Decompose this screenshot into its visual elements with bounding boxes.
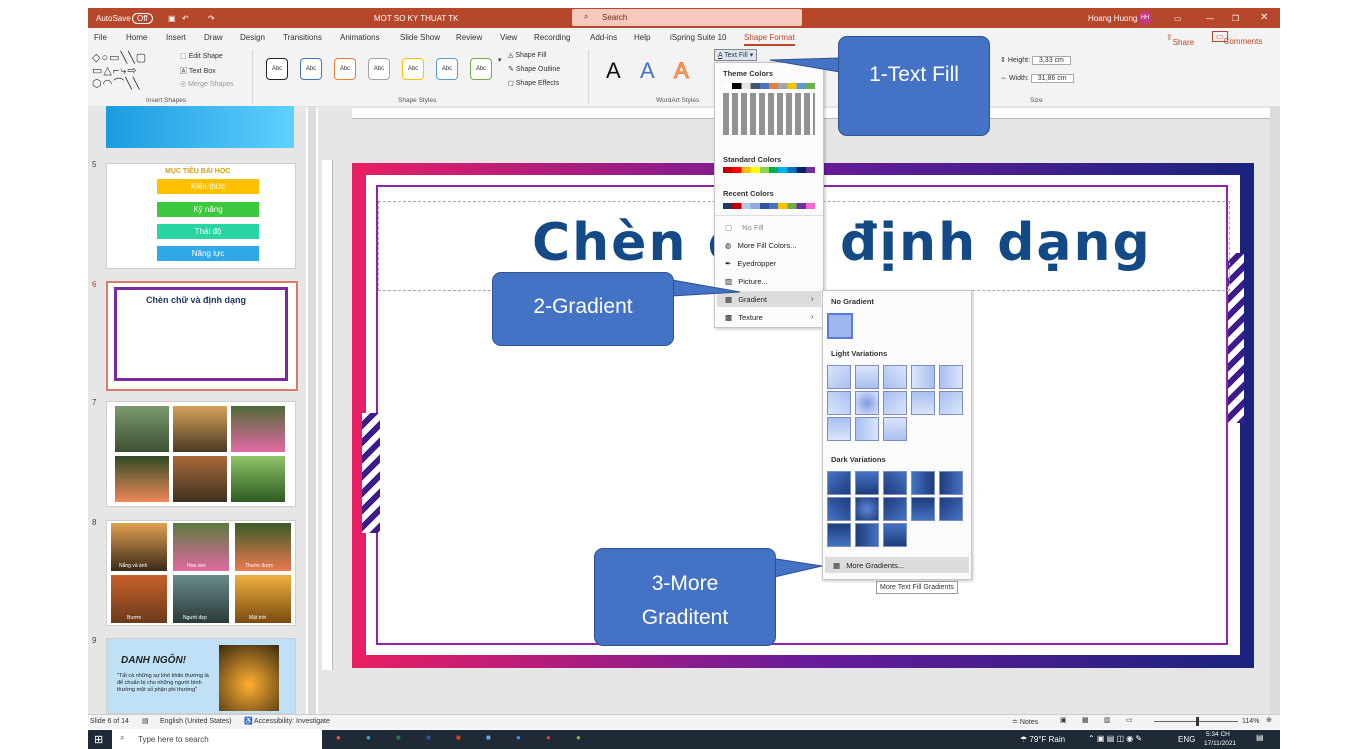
fit-slide-icon[interactable]: ⊕ xyxy=(1266,716,1272,724)
callout-gradient: 2-Gradient xyxy=(492,272,674,346)
windows-taskbar: ⊞ ⌕ Type here to search ● ● ■ ■ ■ ■ ● ● … xyxy=(88,730,1280,749)
taskbar-search-placeholder: Type here to search xyxy=(138,735,209,744)
callout-3-text: 3-More Graditent xyxy=(641,572,729,629)
callout-3-pointer xyxy=(769,557,823,579)
powerpoint-app-icon[interactable]: ■ xyxy=(456,733,461,742)
accessibility-status[interactable]: Accessibility: Investigate xyxy=(254,718,330,725)
language-indicator[interactable]: English (United States) xyxy=(160,718,232,725)
edge-app-icon[interactable]: ● xyxy=(366,733,371,742)
zoom-level[interactable]: 114% xyxy=(1242,718,1259,725)
callout-2-pointer xyxy=(671,279,741,297)
system-tray-icons[interactable]: ⌃ ▣ ▤ ◫ ◉ ✎ xyxy=(1088,734,1142,743)
app-icon[interactable]: ● xyxy=(516,733,521,742)
notes-button[interactable]: ≐ Notes xyxy=(1012,718,1038,726)
slideshow-icon[interactable]: ▭ xyxy=(1126,716,1133,724)
word-app-icon[interactable]: ■ xyxy=(426,733,431,742)
chrome-app-icon[interactable]: ● xyxy=(546,733,551,742)
search-icon: ⌕ xyxy=(120,733,125,742)
callout-1-text: 1-Text Fill xyxy=(869,63,959,86)
notes-label: Notes xyxy=(1019,719,1039,726)
file-explorer-app-icon[interactable]: ■ xyxy=(486,733,491,742)
callout-more-gradients: 3-More Graditent xyxy=(594,548,776,646)
slide-counter: Slide 6 of 14 xyxy=(90,718,129,725)
reading-view-icon[interactable]: ▥ xyxy=(1104,716,1111,724)
taskbar-search-box[interactable]: ⌕ Type here to search xyxy=(112,730,322,749)
app-icon[interactable]: ● xyxy=(576,733,581,742)
opera-app-icon[interactable]: ● xyxy=(336,733,341,742)
input-language[interactable]: ENG xyxy=(1178,735,1195,744)
callout-text-fill: 1-Text Fill xyxy=(838,36,990,136)
notification-icon[interactable]: ▤ xyxy=(1256,733,1264,742)
normal-view-icon[interactable]: ▣ xyxy=(1060,716,1067,724)
slide-sorter-icon[interactable]: ▦ xyxy=(1082,716,1089,724)
callout-1-pointer xyxy=(769,57,841,73)
windows-start-icon[interactable]: ⊞ xyxy=(94,733,103,746)
app-frame: AutoSave Off ▣ ↶ ↷ MOT SO KY THUAT TK Ho… xyxy=(0,0,1366,749)
accessibility-icon: ♿ xyxy=(244,718,253,725)
clock-time[interactable]: 5:34 CH xyxy=(1206,731,1230,738)
zoom-slider-thumb[interactable] xyxy=(1196,717,1199,726)
callout-2-text: 2-Gradient xyxy=(533,295,633,318)
status-bar: Slide 6 of 14 ▤ English (United States) … xyxy=(88,714,1280,729)
spellcheck-icon[interactable]: ▤ xyxy=(142,717,149,725)
excel-app-icon[interactable]: ■ xyxy=(396,733,401,742)
clock-date[interactable]: 17/11/2021 xyxy=(1204,740,1236,747)
weather-widget[interactable]: ☂ 79°F Rain xyxy=(1020,735,1065,744)
weather-text: 79°F Rain xyxy=(1029,735,1066,744)
